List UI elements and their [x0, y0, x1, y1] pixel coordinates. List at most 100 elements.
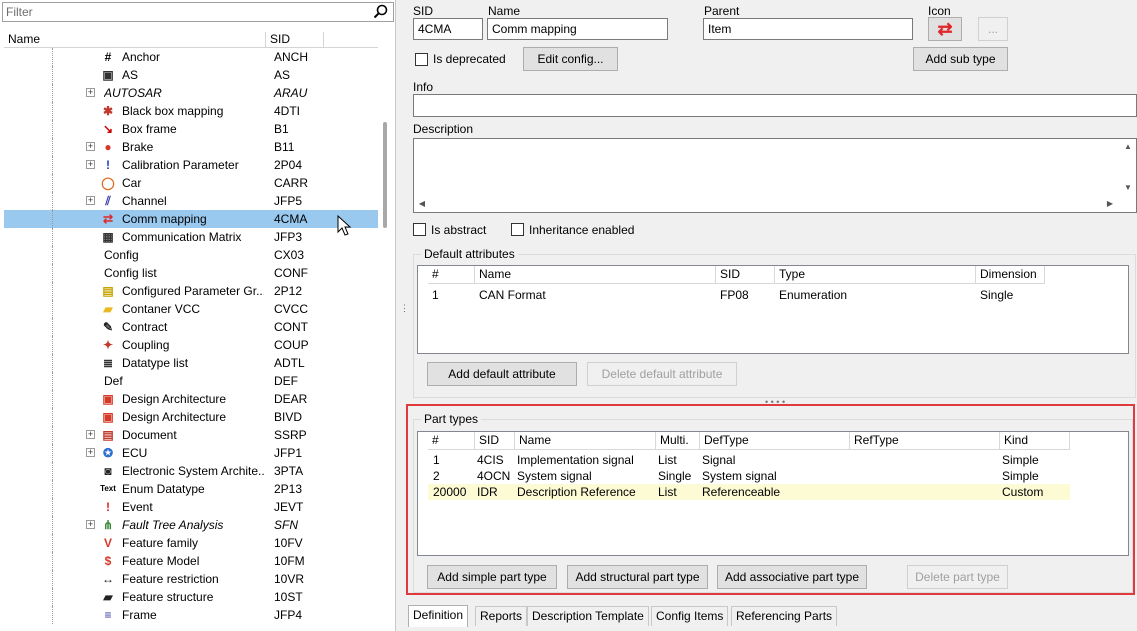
- da-col-name[interactable]: Name: [475, 266, 716, 284]
- add-sub-type-button[interactable]: Add sub type: [913, 47, 1008, 71]
- tree-item[interactable]: + ✪ ECU JFP1: [4, 444, 378, 462]
- da-col-type[interactable]: Type: [775, 266, 976, 284]
- folder-icon: ▰: [103, 302, 113, 316]
- tree-guide-line: [52, 354, 53, 372]
- expand-icon[interactable]: +: [86, 430, 95, 439]
- tree-item[interactable]: ✦ Coupling COUP: [4, 336, 378, 354]
- tree-item-sid: JFP1: [274, 446, 303, 460]
- sid-field[interactable]: 4CMA: [413, 18, 483, 40]
- tree-item[interactable]: ▣ Design Architecture BIVD: [4, 408, 378, 426]
- tree-item-sid: 10FM: [274, 554, 305, 568]
- tree-item[interactable]: ≣ Datatype list ADTL: [4, 354, 378, 372]
- is-deprecated-checkbox[interactable]: [415, 53, 428, 66]
- icon-browse-button[interactable]: ...: [978, 17, 1008, 41]
- tree-guide-line: [52, 408, 53, 426]
- tree-header-name[interactable]: Name: [4, 32, 266, 48]
- tree-item[interactable]: Def DEF: [4, 372, 378, 390]
- tree-item[interactable]: +! Calibration Parameter 2P04: [4, 156, 378, 174]
- delete-default-attribute-button[interactable]: Delete default attribute: [587, 362, 737, 386]
- edit-config-button[interactable]: Edit config...: [523, 47, 618, 71]
- expand-icon[interactable]: +: [86, 160, 95, 169]
- scroll-down-icon[interactable]: ▼: [1120, 180, 1136, 196]
- tree-item[interactable]: ▣ AS AS: [4, 66, 378, 84]
- tree-item[interactable]: ▤ Configured Parameter Gr... 2P12: [4, 282, 378, 300]
- expand-icon[interactable]: +: [86, 142, 95, 151]
- tree-item[interactable]: ▰ Feature structure 10ST: [4, 588, 378, 606]
- channel-icon: ⫽: [105, 194, 111, 208]
- scroll-left-icon[interactable]: ◀: [414, 196, 430, 212]
- tree-item[interactable]: ✎ Contract CONT: [4, 318, 378, 336]
- scroll-up-icon[interactable]: ▲: [1120, 139, 1136, 155]
- tree-item[interactable]: V Feature family 10FV: [4, 534, 378, 552]
- tab-config-items[interactable]: Config Items: [651, 606, 729, 626]
- expand-icon[interactable]: +: [86, 88, 95, 97]
- is-abstract-checkbox[interactable]: [413, 223, 426, 236]
- tree-item-name: Document: [122, 428, 177, 442]
- tree-guide-line: [52, 588, 53, 606]
- mouse-cursor-icon: [337, 215, 352, 236]
- tree-item[interactable]: + AUTOSAR ARAU: [4, 84, 378, 102]
- tree-item[interactable]: ◙ Electronic System Archite... 3PTA: [4, 462, 378, 480]
- default-attributes-grid[interactable]: # Name SID Type Dimension 1 CAN Format F…: [417, 265, 1129, 354]
- tree-item-name: Def: [104, 374, 123, 388]
- tree-item[interactable]: Config CX03: [4, 246, 378, 264]
- tree-item-sid: 4CMA: [274, 212, 308, 226]
- description-textarea[interactable]: ▲ ▼ ◀ ▶: [413, 138, 1137, 213]
- tree-item-name: Feature Model: [122, 554, 200, 568]
- tab-reports[interactable]: Reports: [475, 606, 528, 626]
- tree-item[interactable]: ! Event JEVT: [4, 498, 378, 516]
- parent-field[interactable]: Item: [703, 18, 913, 40]
- tree-item[interactable]: # Anchor ANCH: [4, 48, 378, 66]
- frame-icon: ≡: [104, 608, 112, 622]
- camera-icon: ◙: [104, 464, 112, 478]
- tree-item[interactable]: ▣ Design Architecture DEAR: [4, 390, 378, 408]
- tree-item[interactable]: + ⋔ Fault Tree Analysis SFN: [4, 516, 378, 534]
- da-col-dimension[interactable]: Dimension: [976, 266, 1045, 284]
- tree-item[interactable]: ≡ Frame JFP4: [4, 606, 378, 624]
- fault-tree-icon: ⋔: [102, 518, 114, 532]
- tree-scrollbar-thumb[interactable]: [383, 122, 387, 228]
- tab-definition[interactable]: Definition: [408, 605, 469, 627]
- feature-family-icon: V: [103, 536, 112, 550]
- feature-model-icon: $: [104, 554, 112, 568]
- panel-splitter[interactable]: [396, 0, 406, 631]
- tree-item[interactable]: $ Feature Model 10FM: [4, 552, 378, 570]
- da-col-num[interactable]: #: [428, 266, 475, 284]
- search-icon[interactable]: [372, 4, 390, 20]
- tree-guide-line: [52, 570, 53, 588]
- name-label: Name: [488, 4, 521, 18]
- da-col-sid[interactable]: SID: [716, 266, 775, 284]
- tree-item[interactable]: ◯ Car CARR: [4, 174, 378, 192]
- tree-item[interactable]: + ⫽ Channel JFP5: [4, 192, 378, 210]
- tree-item-sid: 10ST: [274, 590, 303, 604]
- tree-item-name: Configured Parameter Gr...: [122, 284, 264, 298]
- tree-item[interactable]: + ● Brake B11: [4, 138, 378, 156]
- filter-input[interactable]: [3, 3, 363, 21]
- communication-matrix-icon: ▦: [102, 230, 114, 244]
- inheritance-enabled-checkbox[interactable]: [511, 223, 524, 236]
- tree-item[interactable]: ✱ Black box mapping 4DTI: [4, 102, 378, 120]
- tree-item[interactable]: ↘ Box frame B1: [4, 120, 378, 138]
- expand-icon[interactable]: +: [86, 196, 95, 205]
- scroll-right-icon[interactable]: ▶: [1102, 196, 1118, 212]
- tree-item[interactable]: + ▤ Document SSRP: [4, 426, 378, 444]
- icon-picker-button[interactable]: ⇄: [928, 17, 962, 41]
- expand-icon[interactable]: +: [86, 520, 95, 529]
- tree-item[interactable]: Config list CONF: [4, 264, 378, 282]
- tree-item[interactable]: Text Enum Datatype 2P13: [4, 480, 378, 498]
- tree-item-sid: CVCC: [274, 302, 309, 316]
- tree-item[interactable]: ⇄ Comm mapping 4CMA: [4, 210, 378, 228]
- tree-item[interactable]: ▦ Communication Matrix JFP3: [4, 228, 378, 246]
- name-field[interactable]: Comm mapping: [487, 18, 668, 40]
- tree-item-name: Feature restriction: [122, 572, 219, 586]
- tab-description-template[interactable]: Description Template: [527, 606, 649, 626]
- add-default-attribute-button[interactable]: Add default attribute: [427, 362, 577, 386]
- expand-icon[interactable]: +: [86, 448, 95, 457]
- info-field[interactable]: [413, 94, 1137, 117]
- brake-icon: ●: [104, 140, 112, 154]
- tree-item[interactable]: ↔ Feature restriction 10VR: [4, 570, 378, 588]
- tree-header-sid[interactable]: SID: [266, 32, 324, 48]
- tab-referencing-parts[interactable]: Referencing Parts: [731, 606, 838, 626]
- tree-item-sid: DEAR: [274, 392, 308, 406]
- tree-item[interactable]: ▰ Contaner VCC CVCC: [4, 300, 378, 318]
